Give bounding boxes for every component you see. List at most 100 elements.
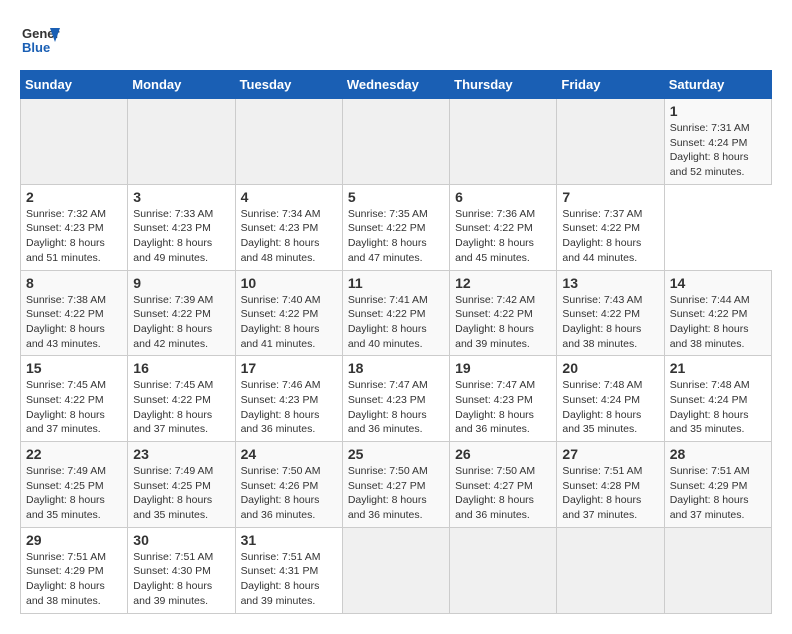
day-detail: Sunrise: 7:33 AMSunset: 4:23 PMDaylight:… (133, 207, 229, 266)
calendar-body: 1Sunrise: 7:31 AMSunset: 4:24 PMDaylight… (21, 99, 772, 614)
calendar-cell: 1Sunrise: 7:31 AMSunset: 4:24 PMDaylight… (664, 99, 771, 185)
calendar-cell: 9 Sunrise: 7:39 AMSunset: 4:22 PMDaylight… (128, 270, 235, 356)
day-number: 26 (455, 446, 551, 462)
day-number: 29 (26, 532, 122, 548)
calendar-cell: 20Sunrise: 7:48 AMSunset: 4:24 PMDayligh… (557, 356, 664, 442)
calendar-cell (342, 99, 449, 185)
day-detail: Sunrise: 7:40 AMSunset: 4:22 PMDaylight:… (241, 293, 337, 352)
day-detail: Sunrise: 7:48 AMSunset: 4:24 PMDaylight:… (670, 378, 766, 437)
calendar-cell (128, 99, 235, 185)
calendar-week-3: 8 Sunrise: 7:38 AMSunset: 4:22 PMDaylight… (21, 270, 772, 356)
calendar-cell (557, 99, 664, 185)
calendar-header-row: SundayMondayTuesdayWednesdayThursdayFrid… (21, 71, 772, 99)
day-number: 28 (670, 446, 766, 462)
day-detail: Sunrise: 7:48 AMSunset: 4:24 PMDaylight:… (562, 378, 658, 437)
calendar-week-2: 2 Sunrise: 7:32 AMSunset: 4:23 PMDaylight… (21, 184, 772, 270)
day-detail: Sunrise: 7:51 AMSunset: 4:31 PMDaylight:… (241, 550, 337, 609)
day-detail: Sunrise: 7:50 AMSunset: 4:26 PMDaylight:… (241, 464, 337, 523)
page-header: General Blue (20, 20, 772, 60)
day-number: 10 (241, 275, 337, 291)
calendar-cell: 13 Sunrise: 7:43 AMSunset: 4:22 PMDayligh… (557, 270, 664, 356)
day-detail: Sunrise: 7:50 AMSunset: 4:27 PMDaylight:… (455, 464, 551, 523)
calendar-cell: 3 Sunrise: 7:33 AMSunset: 4:23 PMDaylight… (128, 184, 235, 270)
calendar-cell: 6 Sunrise: 7:36 AMSunset: 4:22 PMDaylight… (450, 184, 557, 270)
calendar-cell: 2 Sunrise: 7:32 AMSunset: 4:23 PMDaylight… (21, 184, 128, 270)
day-number: 17 (241, 360, 337, 376)
calendar-cell (342, 527, 449, 613)
calendar-cell: 7Sunrise: 7:37 AMSunset: 4:22 PMDaylight… (557, 184, 664, 270)
day-detail: Sunrise: 7:42 AMSunset: 4:22 PMDaylight:… (455, 293, 551, 352)
day-header-tuesday: Tuesday (235, 71, 342, 99)
calendar-cell: 25Sunrise: 7:50 AMSunset: 4:27 PMDayligh… (342, 442, 449, 528)
day-number: 25 (348, 446, 444, 462)
day-number: 11 (348, 275, 444, 291)
day-detail: Sunrise: 7:45 AMSunset: 4:22 PMDaylight:… (26, 378, 122, 437)
day-detail: Sunrise: 7:51 AMSunset: 4:29 PMDaylight:… (26, 550, 122, 609)
day-detail: Sunrise: 7:43 AMSunset: 4:22 PMDaylight:… (562, 293, 658, 352)
day-number: 13 (562, 275, 658, 291)
day-number: 6 (455, 189, 551, 205)
day-detail: Sunrise: 7:46 AMSunset: 4:23 PMDaylight:… (241, 378, 337, 437)
day-detail: Sunrise: 7:47 AMSunset: 4:23 PMDaylight:… (348, 378, 444, 437)
calendar-cell: 31 Sunrise: 7:51 AMSunset: 4:31 PMDayligh… (235, 527, 342, 613)
day-detail: Sunrise: 7:31 AMSunset: 4:24 PMDaylight:… (670, 121, 766, 180)
calendar-cell (557, 527, 664, 613)
calendar-cell: 4 Sunrise: 7:34 AMSunset: 4:23 PMDaylight… (235, 184, 342, 270)
calendar-week-4: 15 Sunrise: 7:45 AMSunset: 4:22 PMDayligh… (21, 356, 772, 442)
day-detail: Sunrise: 7:35 AMSunset: 4:22 PMDaylight:… (348, 207, 444, 266)
day-number: 4 (241, 189, 337, 205)
calendar-cell (21, 99, 128, 185)
day-detail: Sunrise: 7:32 AMSunset: 4:23 PMDaylight:… (26, 207, 122, 266)
calendar-table: SundayMondayTuesdayWednesdayThursdayFrid… (20, 70, 772, 614)
calendar-cell: 5 Sunrise: 7:35 AMSunset: 4:22 PMDaylight… (342, 184, 449, 270)
day-number: 22 (26, 446, 122, 462)
logo: General Blue (20, 20, 60, 60)
day-detail: Sunrise: 7:45 AMSunset: 4:22 PMDaylight:… (133, 378, 229, 437)
day-number: 3 (133, 189, 229, 205)
calendar-cell: 17 Sunrise: 7:46 AMSunset: 4:23 PMDayligh… (235, 356, 342, 442)
day-number: 5 (348, 189, 444, 205)
calendar-cell: 28Sunrise: 7:51 AMSunset: 4:29 PMDayligh… (664, 442, 771, 528)
calendar-cell: 18 Sunrise: 7:47 AMSunset: 4:23 PMDayligh… (342, 356, 449, 442)
calendar-cell: 26 Sunrise: 7:50 AMSunset: 4:27 PMDayligh… (450, 442, 557, 528)
day-detail: Sunrise: 7:49 AMSunset: 4:25 PMDaylight:… (26, 464, 122, 523)
calendar-cell (450, 527, 557, 613)
calendar-cell: 15 Sunrise: 7:45 AMSunset: 4:22 PMDayligh… (21, 356, 128, 442)
day-number: 27 (562, 446, 658, 462)
svg-text:Blue: Blue (22, 40, 50, 55)
calendar-cell: 27Sunrise: 7:51 AMSunset: 4:28 PMDayligh… (557, 442, 664, 528)
day-number: 2 (26, 189, 122, 205)
day-number: 15 (26, 360, 122, 376)
day-detail: Sunrise: 7:37 AMSunset: 4:22 PMDaylight:… (562, 207, 658, 266)
day-number: 8 (26, 275, 122, 291)
day-number: 30 (133, 532, 229, 548)
day-number: 23 (133, 446, 229, 462)
day-number: 31 (241, 532, 337, 548)
day-detail: Sunrise: 7:47 AMSunset: 4:23 PMDaylight:… (455, 378, 551, 437)
day-number: 14 (670, 275, 766, 291)
day-detail: Sunrise: 7:44 AMSunset: 4:22 PMDaylight:… (670, 293, 766, 352)
day-header-saturday: Saturday (664, 71, 771, 99)
calendar-cell: 11 Sunrise: 7:41 AMSunset: 4:22 PMDayligh… (342, 270, 449, 356)
day-header-monday: Monday (128, 71, 235, 99)
day-number: 18 (348, 360, 444, 376)
day-header-thursday: Thursday (450, 71, 557, 99)
day-detail: Sunrise: 7:39 AMSunset: 4:22 PMDaylight:… (133, 293, 229, 352)
day-number: 16 (133, 360, 229, 376)
day-detail: Sunrise: 7:36 AMSunset: 4:22 PMDaylight:… (455, 207, 551, 266)
day-header-friday: Friday (557, 71, 664, 99)
logo-icon: General Blue (20, 20, 60, 60)
day-number: 21 (670, 360, 766, 376)
day-detail: Sunrise: 7:38 AMSunset: 4:22 PMDaylight:… (26, 293, 122, 352)
day-detail: Sunrise: 7:51 AMSunset: 4:30 PMDaylight:… (133, 550, 229, 609)
day-header-sunday: Sunday (21, 71, 128, 99)
day-number: 19 (455, 360, 551, 376)
calendar-cell: 16 Sunrise: 7:45 AMSunset: 4:22 PMDayligh… (128, 356, 235, 442)
calendar-week-1: 1Sunrise: 7:31 AMSunset: 4:24 PMDaylight… (21, 99, 772, 185)
day-detail: Sunrise: 7:41 AMSunset: 4:22 PMDaylight:… (348, 293, 444, 352)
calendar-cell: 24 Sunrise: 7:50 AMSunset: 4:26 PMDayligh… (235, 442, 342, 528)
calendar-cell: 30 Sunrise: 7:51 AMSunset: 4:30 PMDayligh… (128, 527, 235, 613)
day-number: 9 (133, 275, 229, 291)
day-detail: Sunrise: 7:34 AMSunset: 4:23 PMDaylight:… (241, 207, 337, 266)
day-number: 24 (241, 446, 337, 462)
